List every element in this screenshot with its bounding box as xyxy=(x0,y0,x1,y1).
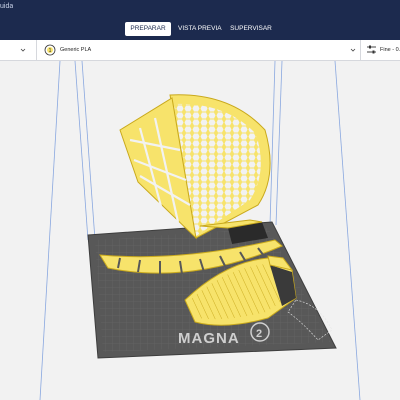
stage-tabs: PREPARAR VISTA PREVIA SUPERVISAR xyxy=(0,22,400,36)
3d-viewport[interactable]: MAGNA 2 xyxy=(0,61,400,400)
build-plate-logo: MAGNA xyxy=(178,330,240,347)
settings-bar: 1 Generic PLA Fine - 0.1 xyxy=(0,40,400,61)
app-title: uida xyxy=(0,3,14,10)
print-profile-label: Fine - 0.1 xyxy=(380,47,400,53)
material-chevron-down-icon[interactable] xyxy=(350,47,356,53)
divider xyxy=(36,40,37,60)
tab-vista-previa[interactable]: VISTA PREVIA xyxy=(178,22,222,36)
tab-preparar[interactable]: PREPARAR xyxy=(125,22,171,36)
sliders-icon xyxy=(367,45,376,54)
viewport-scene: MAGNA 2 xyxy=(39,61,361,400)
material-label: Generic PLA xyxy=(60,47,92,53)
build-plate-logo-mark-text: 2 xyxy=(256,328,262,340)
extruder-icon: 1 xyxy=(44,44,56,56)
app-header: uida PREPARAR VISTA PREVIA SUPERVISAR xyxy=(0,0,400,40)
divider xyxy=(360,40,361,60)
svg-text:1: 1 xyxy=(49,48,52,54)
printer-chevron-down-icon[interactable] xyxy=(20,47,26,53)
tab-supervisar[interactable]: SUPERVISAR xyxy=(230,22,272,36)
